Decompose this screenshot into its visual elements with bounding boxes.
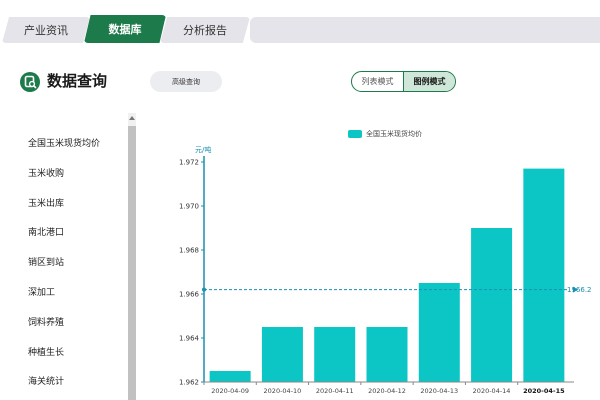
sidebar-item[interactable]: 种植生长 <box>28 345 64 358</box>
sidebar-item[interactable]: 全国玉米现货均价 <box>28 136 100 149</box>
tab-industry-news[interactable]: 产业资讯 <box>2 17 90 43</box>
chart-bar <box>418 283 460 382</box>
x-tick-label: 2020-04-15 <box>523 387 565 395</box>
page-title: 数据查询 <box>47 72 108 90</box>
legend-swatch <box>348 130 362 138</box>
sidebar-item[interactable]: 玉米出库 <box>28 196 64 209</box>
x-tick-label: 2020-04-12 <box>368 387 406 395</box>
chart-canvas: 1.962 1.964 1.966 1.968 1.970 1.972 2020-04-09… <box>179 156 578 395</box>
y-tick-label: 1.972 <box>179 159 199 167</box>
chart-bar <box>314 327 356 382</box>
chart-bar <box>209 371 251 382</box>
y-tick-label: 1.964 <box>179 335 200 343</box>
legend-label: 全国玉米现货均价 <box>366 130 422 138</box>
chart-legend[interactable]: 全国玉米现货均价 <box>348 129 422 139</box>
tab-strip-background <box>250 17 600 43</box>
chart-bar <box>261 327 303 382</box>
chart-mode-button[interactable]: 图例模式 <box>403 72 455 91</box>
x-tick-label: 2020-04-10 <box>264 387 302 395</box>
sidebar-scrollbar[interactable] <box>128 113 136 400</box>
sidebar-item[interactable]: 销区到站 <box>28 255 64 268</box>
x-tick-label: 2020-04-14 <box>473 387 511 395</box>
sidebar-item[interactable]: 海关统计 <box>28 374 64 387</box>
sidebar-item[interactable]: 深加工 <box>28 285 55 298</box>
x-tick-label: 2020-04-09 <box>211 387 249 395</box>
y-tick-label: 1.966 <box>179 291 200 299</box>
x-tick-label: 2020-04-13 <box>420 387 458 395</box>
tab-database[interactable]: 数据库 <box>84 15 166 43</box>
y-axis-unit: 元/吨 <box>195 146 212 154</box>
view-mode-switch: 列表模式 图例模式 <box>351 71 456 92</box>
y-tick-label: 1.968 <box>179 247 199 255</box>
sidebar: 全国玉米现货均价 玉米收购玉米出库南北港口销区到站深加工饲料养殖种植生长海关统计 <box>0 118 138 400</box>
data-query-icon <box>20 72 40 92</box>
sidebar-item[interactable]: 南北港口 <box>28 225 64 238</box>
sidebar-item[interactable]: 玉米收购 <box>28 166 64 179</box>
average-line-start-marker <box>202 287 206 292</box>
chart-bar <box>471 228 513 382</box>
y-tick-label: 1.962 <box>179 379 199 387</box>
chart-bar <box>366 327 408 382</box>
list-mode-button[interactable]: 列表模式 <box>352 72 403 91</box>
bar-chart: 1.962 1.964 1.966 1.968 1.970 1.972 2020-04-09… <box>150 118 600 400</box>
tab-bar: 产业资讯 分析报告 数据库 <box>0 0 600 46</box>
average-line-label: 1966.2 <box>567 286 592 294</box>
y-tick-label: 1.970 <box>179 203 199 211</box>
sidebar-item[interactable]: 饲料养殖 <box>28 315 64 328</box>
x-tick-label: 2020-04-11 <box>316 387 354 395</box>
advanced-query-button[interactable]: 高级查询 <box>150 71 222 92</box>
scroll-up-icon[interactable] <box>129 116 135 120</box>
chart-bar <box>523 168 565 382</box>
scroll-thumb[interactable] <box>128 126 136 400</box>
tab-analysis-report[interactable]: 分析报告 <box>160 17 250 43</box>
